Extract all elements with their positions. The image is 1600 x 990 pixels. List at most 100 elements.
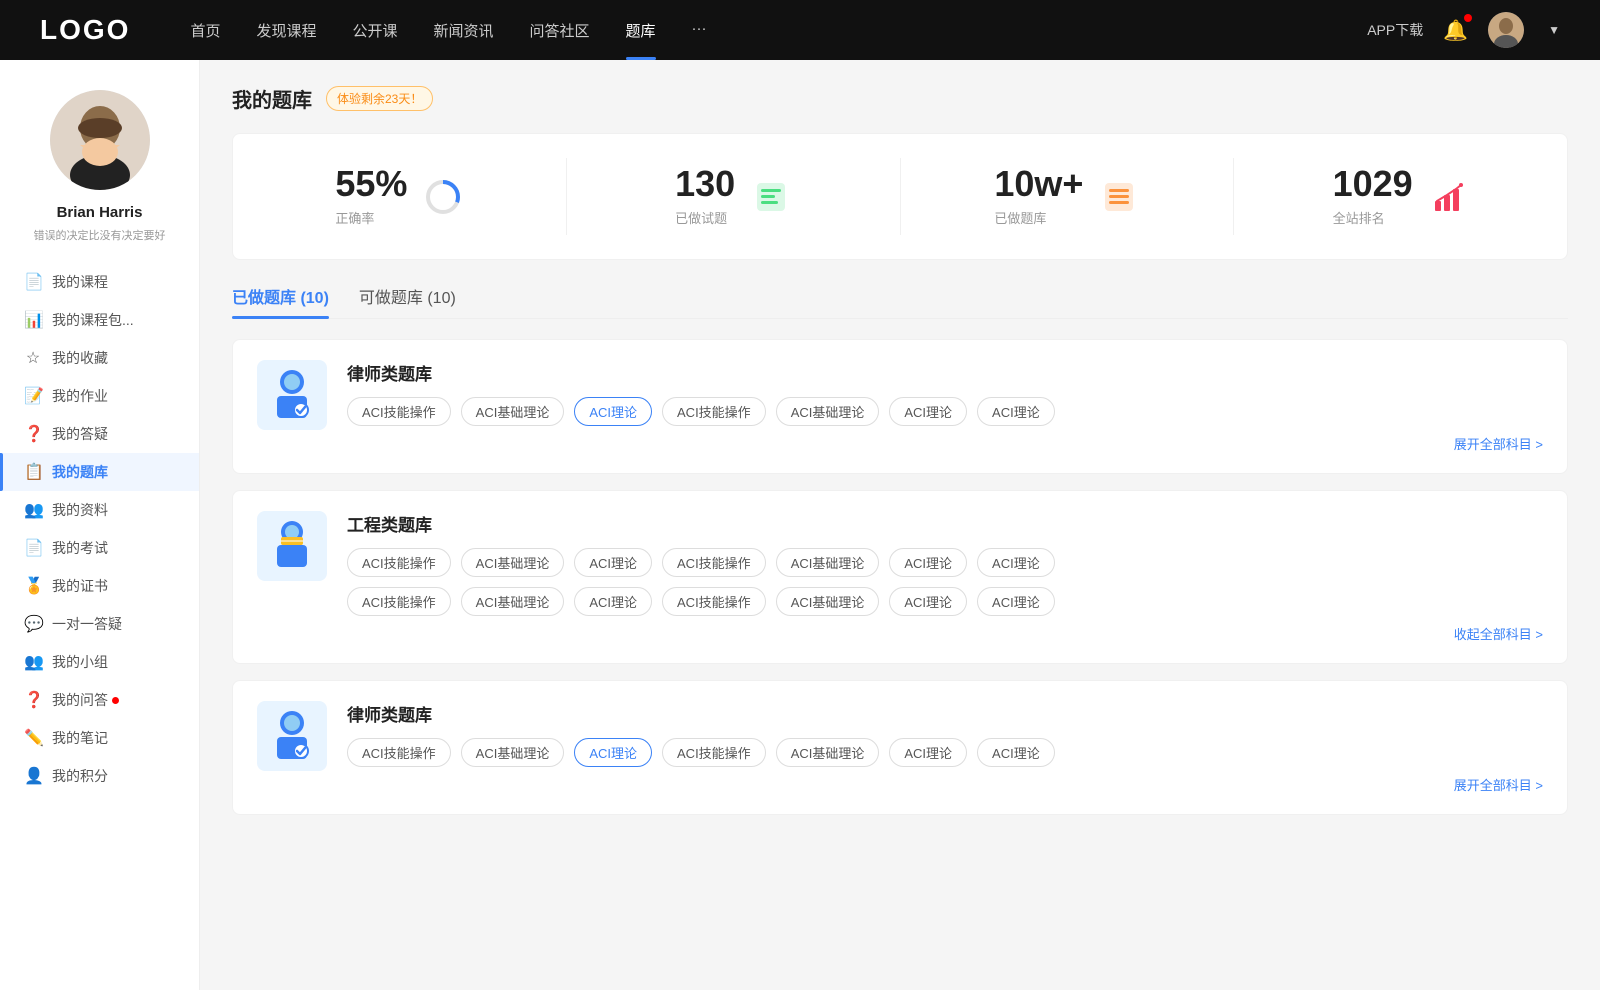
certificate-icon: 🏅 — [24, 576, 42, 596]
tag-eng-5[interactable]: ACI理论 — [889, 548, 967, 577]
profile-icon: 👥 — [24, 500, 42, 520]
tag-lawyer1-3[interactable]: ACI技能操作 — [662, 397, 766, 426]
nav-item-opencourse[interactable]: 公开课 — [352, 20, 397, 41]
main-content: 我的题库 体验剩余23天！ 55% 正确率 — [200, 60, 1600, 990]
nav-item-discover[interactable]: 发现课程 — [256, 20, 316, 41]
tag-lawyer1-5[interactable]: ACI理论 — [889, 397, 967, 426]
bank-card-lawyer-1: 律师类题库 ACI技能操作 ACI基础理论 ACI理论 ACI技能操作 ACI基… — [232, 339, 1568, 474]
nav-item-qa[interactable]: 问答社区 — [530, 20, 590, 41]
avatar[interactable] — [1488, 12, 1524, 48]
stats-row: 55% 正确率 130 已做试题 — [232, 133, 1568, 260]
sidebar-menu: 📄 我的课程 📊 我的课程包... ☆ 我的收藏 📝 我的作业 ❓ 我的答疑 📋 — [0, 263, 199, 795]
unread-dot — [112, 697, 119, 704]
notes-icon: ✏️ — [24, 728, 42, 748]
page-header: 我的题库 体验剩余23天！ — [232, 84, 1568, 113]
stat-ranking: 1029 全站排名 — [1234, 158, 1567, 235]
tag-lawyer2-6[interactable]: ACI理论 — [977, 738, 1055, 767]
stat-done-banks: 10w+ 已做题库 — [901, 158, 1235, 235]
app-download[interactable]: APP下载 — [1367, 20, 1423, 40]
collapse-btn-engineer[interactable]: 收起全部科目 > — [347, 624, 1543, 643]
tag-lawyer2-4[interactable]: ACI基础理论 — [776, 738, 880, 767]
tags-row-lawyer-2: ACI技能操作 ACI基础理论 ACI理论 ACI技能操作 ACI基础理论 AC… — [347, 738, 1543, 767]
sidebar-item-homework[interactable]: 📝 我的作业 — [0, 377, 199, 415]
sidebar-item-1on1[interactable]: 💬 一对一答疑 — [0, 605, 199, 643]
homework-icon: 📝 — [24, 386, 42, 406]
tag-eng-1[interactable]: ACI基础理论 — [461, 548, 565, 577]
sidebar-item-notes[interactable]: ✏️ 我的笔记 — [0, 719, 199, 757]
sidebar-item-qanda[interactable]: ❓ 我的答疑 — [0, 415, 199, 453]
tag-eng-extra-1[interactable]: ACI基础理论 — [461, 587, 565, 616]
tag-eng-2[interactable]: ACI理论 — [574, 548, 652, 577]
course-packages-icon: 📊 — [24, 310, 42, 330]
logo[interactable]: LOGO — [40, 14, 130, 46]
ranking-value: 1029 — [1333, 166, 1413, 202]
exams-icon: 📄 — [24, 538, 42, 558]
bank-info-engineer: 工程类题库 ACI技能操作 ACI基础理论 ACI理论 ACI技能操作 ACI基… — [347, 511, 1543, 643]
tag-eng-4[interactable]: ACI基础理论 — [776, 548, 880, 577]
tab-available[interactable]: 可做题库 (10) — [359, 284, 456, 318]
tag-lawyer2-3[interactable]: ACI技能操作 — [662, 738, 766, 767]
tag-eng-extra-2[interactable]: ACI理论 — [574, 587, 652, 616]
tags-row-lawyer-1: ACI技能操作 ACI基础理论 ACI理论 ACI技能操作 ACI基础理论 AC… — [347, 397, 1543, 426]
nav-item-news[interactable]: 新闻资讯 — [434, 20, 494, 41]
tab-done[interactable]: 已做题库 (10) — [232, 284, 329, 318]
tag-lawyer2-2[interactable]: ACI理论 — [574, 738, 652, 767]
accuracy-label: 正确率 — [335, 208, 407, 227]
tag-lawyer1-6[interactable]: ACI理论 — [977, 397, 1055, 426]
tag-lawyer1-1[interactable]: ACI基础理论 — [461, 397, 565, 426]
tag-eng-6[interactable]: ACI理论 — [977, 548, 1055, 577]
page-title: 我的题库 — [232, 84, 312, 113]
navbar-right: APP下载 🔔 ▼ — [1367, 12, 1560, 48]
nav-item-questions[interactable]: 题库 — [626, 20, 656, 41]
courses-icon: 📄 — [24, 272, 42, 292]
done-questions-value: 130 — [675, 166, 735, 202]
tag-lawyer1-2[interactable]: ACI理论 — [574, 397, 652, 426]
main-nav: 首页 发现课程 公开课 新闻资讯 问答社区 题库 ··· — [190, 20, 1367, 41]
expand-btn-lawyer-1[interactable]: 展开全部科目 > — [347, 434, 1543, 453]
tag-eng-extra-0[interactable]: ACI技能操作 — [347, 587, 451, 616]
tag-lawyer2-0[interactable]: ACI技能操作 — [347, 738, 451, 767]
sidebar-item-course-packages[interactable]: 📊 我的课程包... — [0, 301, 199, 339]
engineer-icon — [257, 511, 327, 581]
trial-badge: 体验剩余23天！ — [326, 86, 433, 111]
lawyer-icon-1 — [257, 360, 327, 430]
sidebar-item-groups[interactable]: 👥 我的小组 — [0, 643, 199, 681]
tag-lawyer2-5[interactable]: ACI理论 — [889, 738, 967, 767]
sidebar-item-exams[interactable]: 📄 我的考试 — [0, 529, 199, 567]
sidebar-item-courses[interactable]: 📄 我的课程 — [0, 263, 199, 301]
tag-eng-extra-5[interactable]: ACI理论 — [889, 587, 967, 616]
1on1-icon: 💬 — [24, 614, 42, 634]
tag-lawyer1-0[interactable]: ACI技能操作 — [347, 397, 451, 426]
tag-eng-0[interactable]: ACI技能操作 — [347, 548, 451, 577]
dropdown-icon[interactable]: ▼ — [1548, 23, 1560, 37]
favorites-icon: ☆ — [24, 348, 42, 368]
sidebar-item-myqa[interactable]: ❓ 我的问答 — [0, 681, 199, 719]
navbar: LOGO 首页 发现课程 公开课 新闻资讯 问答社区 题库 ··· APP下载 … — [0, 0, 1600, 60]
nav-item-more[interactable]: ··· — [692, 20, 707, 41]
sidebar-item-favorites[interactable]: ☆ 我的收藏 — [0, 339, 199, 377]
user-name: Brian Harris — [57, 204, 143, 221]
done-questions-icon — [751, 177, 791, 217]
tabs-row: 已做题库 (10) 可做题库 (10) — [232, 284, 1568, 319]
bell-icon[interactable]: 🔔 — [1443, 18, 1468, 43]
stat-done-questions: 130 已做试题 — [567, 158, 901, 235]
myqa-icon: ❓ — [24, 690, 42, 710]
sidebar-item-questionbank[interactable]: 📋 我的题库 — [0, 453, 199, 491]
sidebar-item-certificate[interactable]: 🏅 我的证书 — [0, 567, 199, 605]
done-banks-value: 10w+ — [994, 166, 1083, 202]
tag-eng-extra-3[interactable]: ACI技能操作 — [662, 587, 766, 616]
expand-btn-lawyer-2[interactable]: 展开全部科目 > — [347, 775, 1543, 794]
tag-eng-extra-6[interactable]: ACI理论 — [977, 587, 1055, 616]
tag-eng-extra-4[interactable]: ACI基础理论 — [776, 587, 880, 616]
tag-eng-3[interactable]: ACI技能操作 — [662, 548, 766, 577]
sidebar-item-profile[interactable]: 👥 我的资料 — [0, 491, 199, 529]
questionbank-icon: 📋 — [24, 462, 42, 482]
tag-lawyer1-4[interactable]: ACI基础理论 — [776, 397, 880, 426]
bank-card-engineer: 工程类题库 ACI技能操作 ACI基础理论 ACI理论 ACI技能操作 ACI基… — [232, 490, 1568, 664]
sidebar-item-points[interactable]: 👤 我的积分 — [0, 757, 199, 795]
tag-lawyer2-1[interactable]: ACI基础理论 — [461, 738, 565, 767]
points-icon: 👤 — [24, 766, 42, 786]
nav-item-home[interactable]: 首页 — [190, 20, 220, 41]
tags-row-engineer: ACI技能操作 ACI基础理论 ACI理论 ACI技能操作 ACI基础理论 AC… — [347, 548, 1543, 577]
lawyer-icon-2 — [257, 701, 327, 771]
